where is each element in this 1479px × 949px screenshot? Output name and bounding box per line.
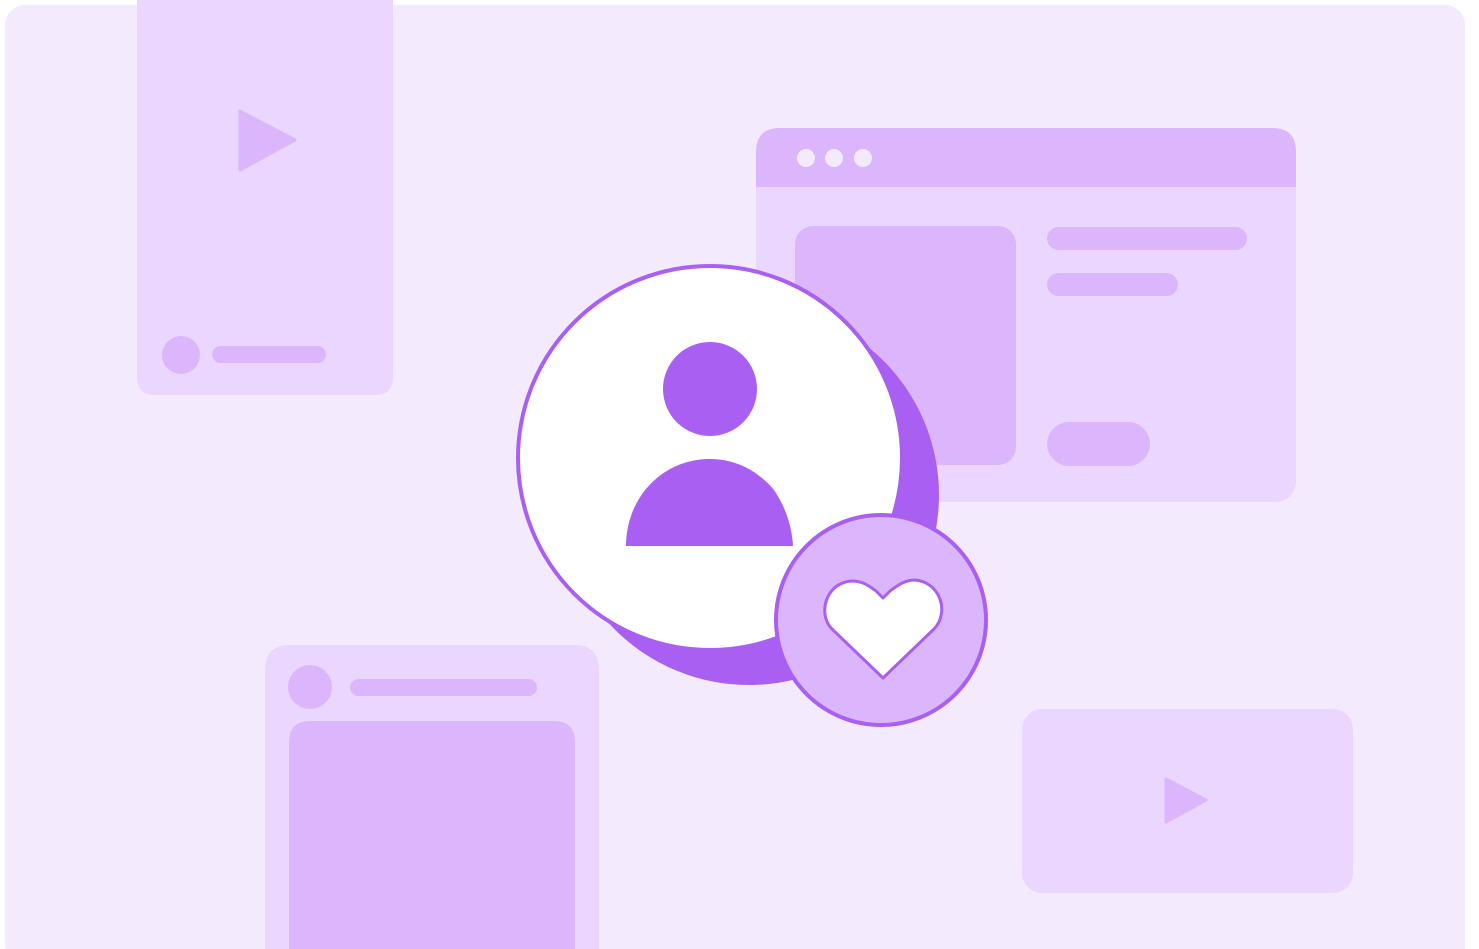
window-dot-icon <box>825 149 843 167</box>
illustration-svg <box>5 0 1465 949</box>
reaction-badge <box>774 513 988 727</box>
text-placeholder-bar <box>1047 273 1178 296</box>
vertical-video-card <box>137 0 393 395</box>
social-post-card <box>265 645 599 949</box>
avatar-icon <box>288 665 332 709</box>
text-placeholder-bar <box>1047 227 1247 250</box>
text-placeholder-bar <box>212 346 326 363</box>
horizontal-video-card <box>1022 709 1353 893</box>
avatar-icon <box>162 336 200 374</box>
user-icon-head <box>663 342 757 436</box>
illustration-canvas <box>0 0 1479 949</box>
window-dot-icon <box>797 149 815 167</box>
window-dot-icon <box>854 149 872 167</box>
button-placeholder <box>1047 422 1150 466</box>
image-placeholder <box>289 721 575 949</box>
text-placeholder-bar <box>350 679 537 696</box>
